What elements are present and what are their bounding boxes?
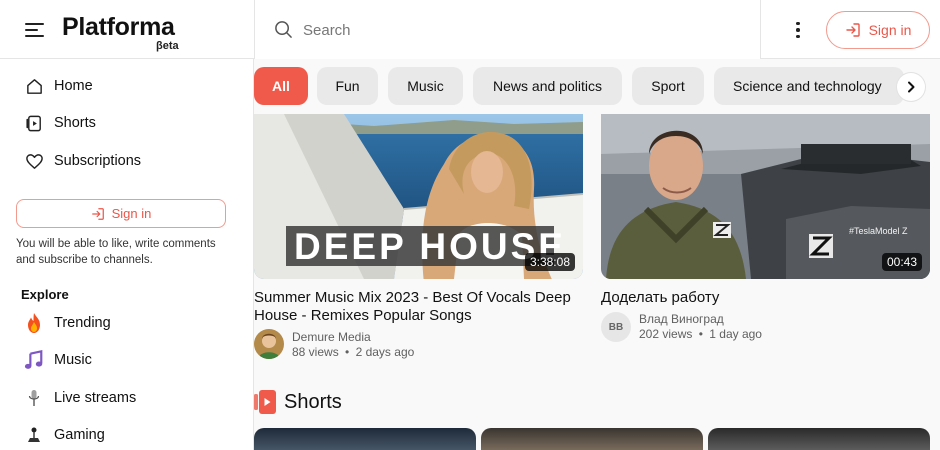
sidebar-item-label: Shorts (54, 115, 96, 131)
chip-fun[interactable]: Fun (317, 67, 378, 105)
sidebar-item-live-streams[interactable]: Live streams (24, 386, 136, 410)
channel-name[interactable]: Demure Media (292, 330, 371, 344)
sidebar-item-label: Subscriptions (54, 153, 142, 169)
shorts-icon (24, 113, 44, 133)
sign-in-note: You will be able to like, write comments… (16, 238, 216, 266)
microphone-icon (24, 388, 44, 408)
sidebar-item-music[interactable]: Music (24, 348, 92, 372)
channel-name[interactable]: Влад Виноград (639, 312, 724, 326)
chip-all[interactable]: All (254, 67, 308, 105)
heart-icon (24, 151, 44, 171)
short-thumbnail[interactable] (254, 428, 476, 450)
meta-separator: • (698, 327, 703, 341)
short-thumbnail[interactable] (481, 428, 703, 450)
shorts-section-header: Shorts (254, 389, 342, 415)
channel-avatar[interactable] (254, 329, 284, 359)
chip-sport[interactable]: Sport (632, 67, 704, 105)
sidebar-sign-in-button[interactable]: Sign in (16, 199, 226, 228)
sign-in-icon (845, 23, 860, 37)
chevron-right-icon (908, 81, 915, 93)
search-bar (254, 0, 761, 59)
video-thumbnail[interactable]: #TeslaModel Z 00:43 (601, 114, 930, 279)
view-count: 202 views (639, 327, 693, 341)
header-sign-in-label: Sign in (868, 22, 912, 38)
shorts-icon (254, 390, 276, 414)
upload-age: 1 day ago (709, 327, 762, 341)
video-meta: 88 views • 2 days ago (292, 345, 414, 359)
view-count: 88 views (292, 345, 339, 359)
sidebar-item-shorts[interactable]: Shorts (24, 111, 96, 135)
sidebar-item-home[interactable]: Home (24, 74, 93, 98)
sidebar-item-gaming[interactable]: Gaming (24, 423, 105, 447)
sidebar-item-label: Trending (54, 315, 111, 331)
shorts-section-title: Shorts (284, 390, 342, 413)
sidebar: Home Shorts Subscriptions Sign in You wi… (0, 59, 254, 450)
upload-age: 2 days ago (355, 345, 415, 359)
channel-avatar[interactable]: ВВ (601, 312, 631, 342)
search-input[interactable] (303, 16, 743, 44)
video-title[interactable]: Доделать работу (601, 289, 930, 307)
chips-next-button[interactable] (897, 73, 925, 101)
video-meta: 202 views • 1 day ago (639, 327, 762, 341)
sidebar-item-label: Music (54, 352, 92, 368)
top-header: Platforma βeta Sign in (0, 0, 940, 59)
video-thumbnail[interactable]: DEEP HOUSE 3:38:08 (254, 114, 583, 279)
avatar-initials: ВВ (608, 321, 624, 333)
search-icon[interactable] (274, 20, 293, 39)
fire-icon (24, 313, 44, 333)
sign-in-icon (91, 207, 104, 220)
chip-music[interactable]: Music (388, 67, 463, 105)
chip-science-and-technology[interactable]: Science and technology (714, 67, 904, 105)
chip-news-and-politics[interactable]: News and politics (473, 67, 622, 105)
joystick-icon (24, 425, 44, 445)
more-options-icon[interactable] (786, 18, 810, 42)
explore-heading: Explore (21, 287, 69, 302)
logo[interactable]: Platforma (62, 13, 175, 42)
video-title[interactable]: Summer Music Mix 2023 - Best Of Vocals D… (254, 289, 583, 325)
sidebar-item-label: Live streams (54, 390, 137, 406)
sidebar-item-label: Home (54, 78, 93, 94)
sidebar-item-trending[interactable]: Trending (24, 311, 111, 335)
header-sign-in-button[interactable]: Sign in (826, 11, 930, 49)
music-note-icon (24, 350, 44, 370)
video-duration: 3:38:08 (524, 253, 575, 271)
short-thumbnail[interactable] (708, 428, 930, 450)
thumbnail-image: #TeslaModel Z (601, 114, 930, 279)
thumbnail-caption: #TeslaModel Z (849, 226, 908, 236)
meta-separator: • (345, 345, 350, 359)
logo-beta-badge: βeta (156, 40, 179, 52)
sidebar-item-subscriptions[interactable]: Subscriptions (24, 149, 141, 173)
video-duration: 00:43 (881, 253, 922, 271)
sidebar-item-label: Gaming (54, 427, 105, 443)
sidebar-sign-in-label: Sign in (111, 206, 152, 221)
home-icon (24, 76, 44, 96)
menu-icon[interactable] (25, 22, 44, 38)
